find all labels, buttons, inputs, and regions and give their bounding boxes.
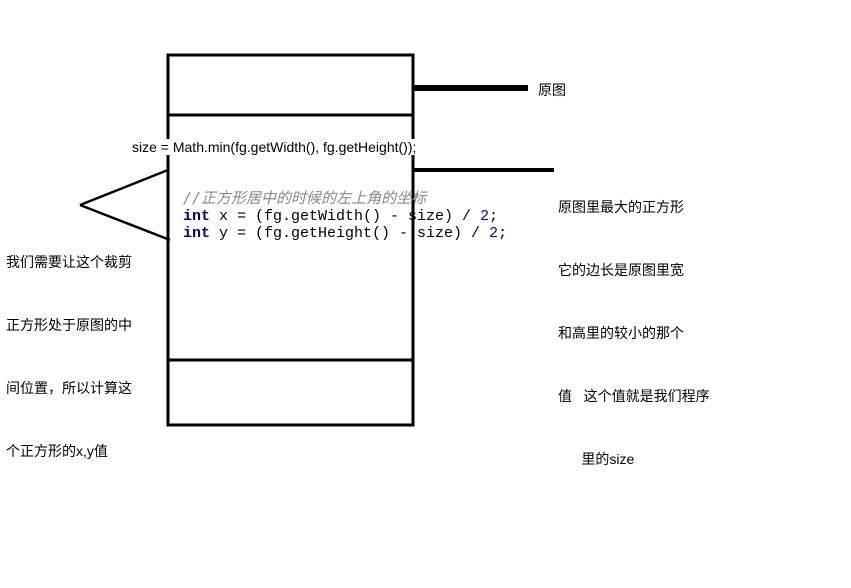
code-y-line: int y = (fg.getHeight() - size) / 2; bbox=[183, 225, 507, 242]
largest-square-line1: 原图里最大的正方形 bbox=[558, 197, 710, 218]
size-formula-prefix: size = bbox=[132, 139, 169, 155]
crop-note-line3: 间位置，所以计算这 bbox=[6, 378, 132, 399]
crop-note-line2: 正方形处于原图的中 bbox=[6, 315, 132, 336]
code-y-semi: ; bbox=[498, 225, 507, 242]
code-x-num: 2 bbox=[480, 208, 489, 225]
size-formula: size = Math.min(fg.getWidth(), fg.getHei… bbox=[130, 139, 418, 155]
code-x-line: int x = (fg.getWidth() - size) / 2; bbox=[183, 208, 507, 225]
label-original-image: 原图 bbox=[538, 80, 566, 101]
code-y-num: 2 bbox=[489, 225, 498, 242]
code-comment-line: //正方形居中的时候的左上角的坐标 bbox=[183, 187, 507, 208]
largest-square-line2: 它的边长是原图里宽 bbox=[558, 260, 710, 281]
largest-square-line5: 里的size bbox=[558, 449, 710, 470]
code-x-semi: ; bbox=[489, 208, 498, 225]
largest-square-line4: 值 这个值就是我们程序 bbox=[558, 386, 710, 407]
keyword-int-y: int bbox=[183, 225, 210, 242]
largest-square-line3: 和高里的较小的那个 bbox=[558, 323, 710, 344]
size-formula-body: Math.min(fg.getWidth(), fg.getHeight()); bbox=[173, 139, 417, 155]
label-crop-note: 我们需要让这个裁剪 正方形处于原图的中 间位置，所以计算这 个正方形的x,y值 bbox=[6, 210, 132, 483]
code-block: //正方形居中的时候的左上角的坐标 int x = (fg.getWidth()… bbox=[183, 187, 507, 242]
arrow-left-upper bbox=[80, 170, 168, 205]
crop-note-line4: 个正方形的x,y值 bbox=[6, 441, 132, 462]
code-y-body: y = (fg.getHeight() - size) / bbox=[210, 225, 489, 242]
crop-note-line1: 我们需要让这个裁剪 bbox=[6, 252, 132, 273]
keyword-int-x: int bbox=[183, 208, 210, 225]
code-x-body: x = (fg.getWidth() - size) / bbox=[210, 208, 480, 225]
label-largest-square: 原图里最大的正方形 它的边长是原图里宽 和高里的较小的那个 值 这个值就是我们程… bbox=[558, 155, 710, 491]
